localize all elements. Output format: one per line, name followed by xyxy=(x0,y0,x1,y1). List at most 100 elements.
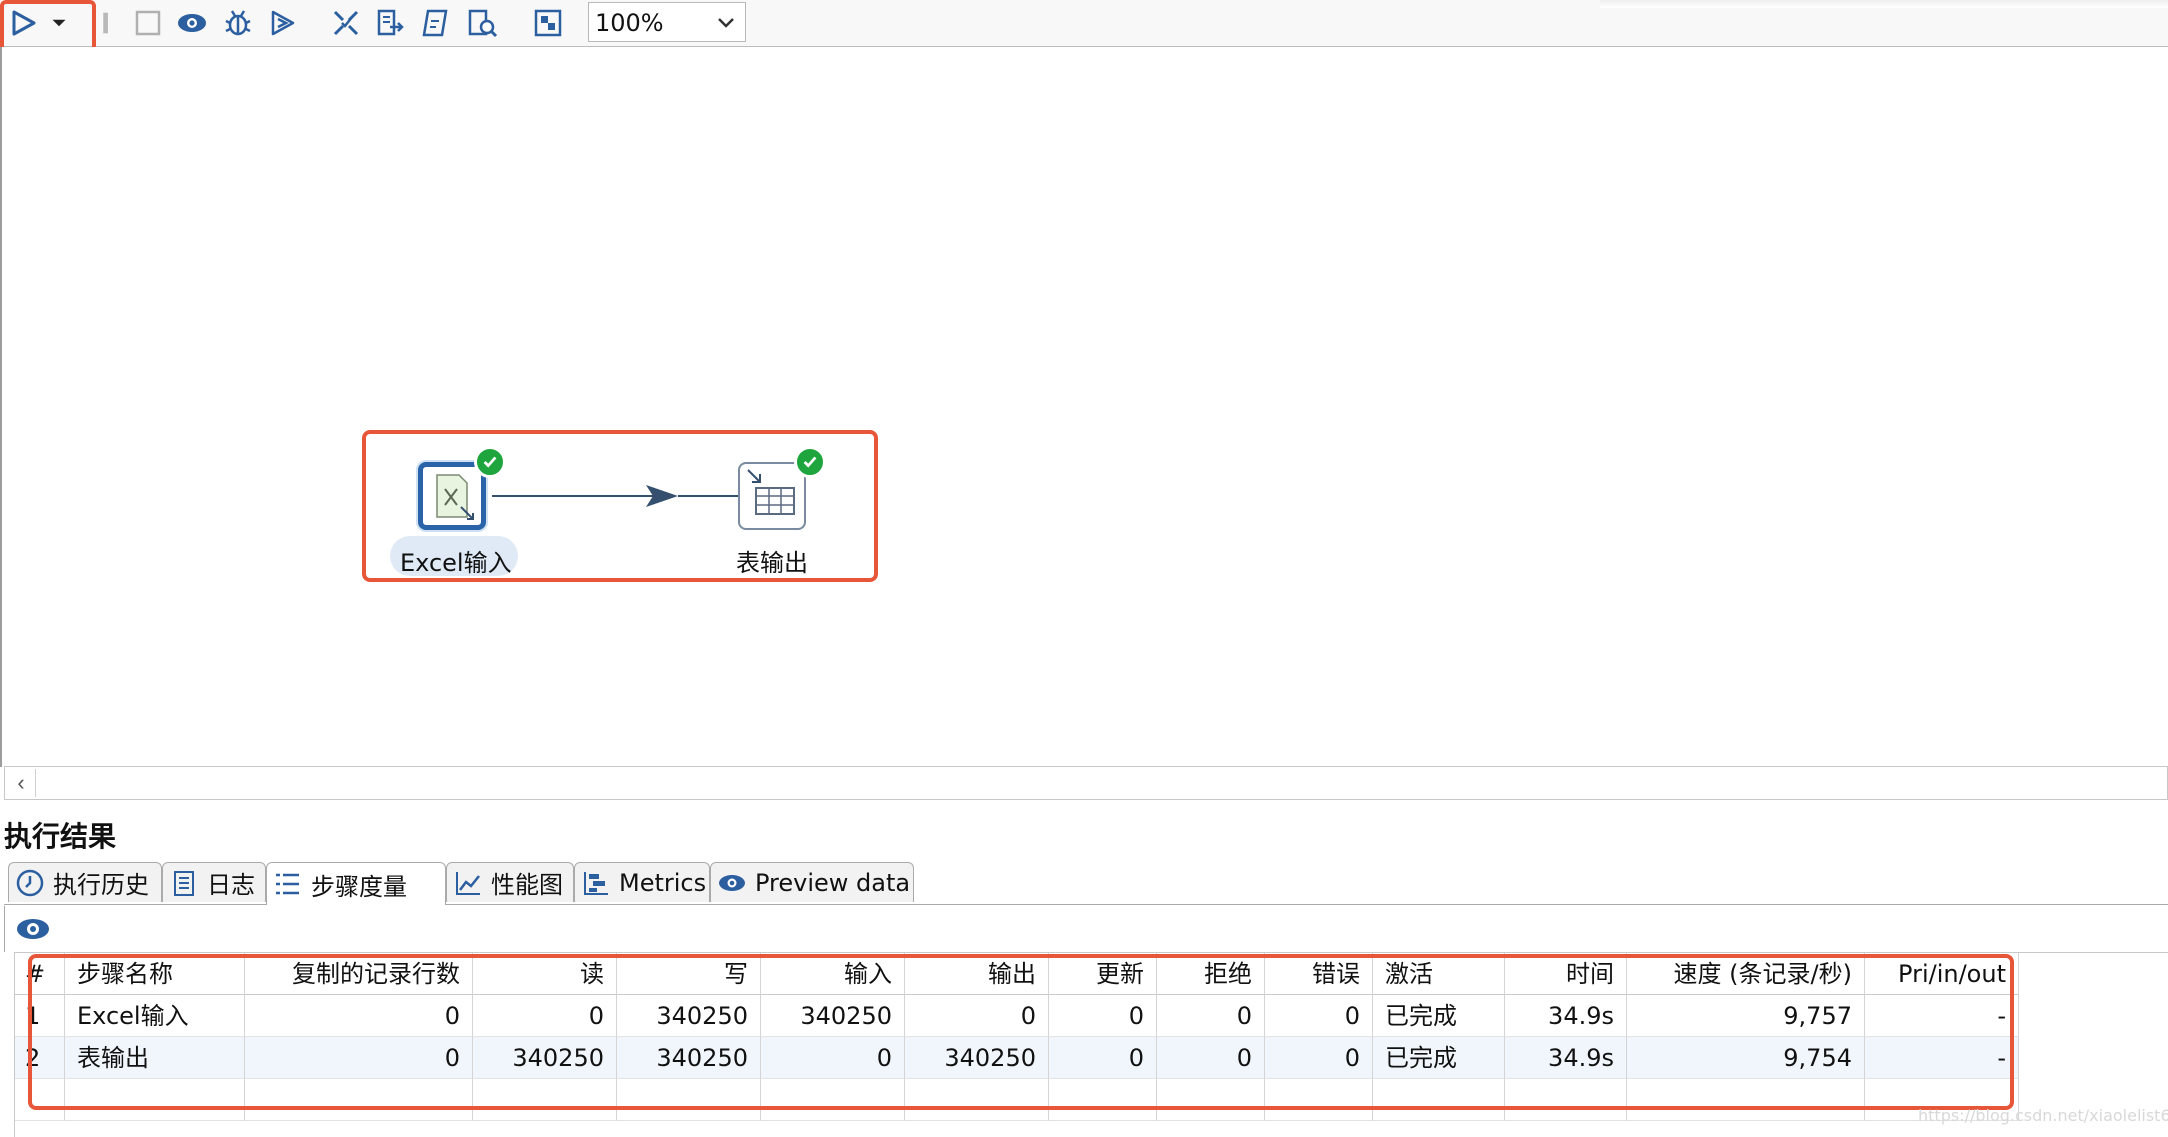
tab-label: 日志 xyxy=(207,871,255,899)
column-header[interactable]: 速度 (条记录/秒) xyxy=(1627,953,1865,995)
gantt-icon xyxy=(584,871,608,895)
chevron-down-icon xyxy=(718,18,734,28)
tab-preview-data[interactable]: Preview data xyxy=(710,862,914,902)
table-cell: 表输出 xyxy=(65,1037,245,1079)
tab-step-metrics[interactable]: 步骤度量 xyxy=(266,862,446,905)
table-cell: 0 xyxy=(1157,1037,1265,1079)
tab-performance-graph[interactable]: 性能图 xyxy=(446,862,574,902)
table-cell: 340250 xyxy=(617,1037,761,1079)
table-cell xyxy=(1157,1079,1265,1121)
pause-icon[interactable] xyxy=(92,6,122,40)
table-row[interactable]: 2 表输出 0 340250 340250 0 340250 0 0 0 已完成… xyxy=(15,1037,2168,1079)
table-cell xyxy=(617,1079,761,1121)
toolbar: 100% xyxy=(0,0,2168,47)
empty-row xyxy=(15,1079,2168,1121)
tab-label: Metrics xyxy=(619,868,707,897)
table-cell: 已完成 xyxy=(1373,1037,1505,1079)
table-cell xyxy=(473,1079,617,1121)
scroll-left-icon[interactable]: ‹ xyxy=(7,769,36,797)
preview-icon[interactable] xyxy=(174,6,210,40)
table-header-row: # 步骤名称 复制的记录行数 读 写 输入 输出 更新 拒绝 错误 激活 时间 … xyxy=(15,953,2168,995)
horizontal-scrollbar[interactable]: ‹ xyxy=(4,766,2168,800)
table-cell: 340250 xyxy=(473,1037,617,1079)
step-table-output[interactable] xyxy=(738,462,806,530)
debug-icon[interactable] xyxy=(220,6,256,40)
table-cell xyxy=(65,1079,245,1121)
table-cell: 0 xyxy=(1049,1037,1157,1079)
table-cell: 2 xyxy=(15,1037,65,1079)
stop-icon[interactable] xyxy=(130,6,166,40)
results-tabbar: 执行历史 日志 步骤度量 性能图 Metrics Preview data xyxy=(4,862,2168,905)
toolbar-edge xyxy=(1600,0,2168,8)
get-sql-icon[interactable] xyxy=(418,6,454,40)
watermark: https://blog.csdn.net/xiaolelist666 xyxy=(1918,1106,2168,1125)
table-cell: 34.9s xyxy=(1505,995,1627,1037)
check-icon xyxy=(794,446,826,478)
verify-icon[interactable] xyxy=(328,6,364,40)
column-header[interactable]: 复制的记录行数 xyxy=(245,953,473,995)
column-header[interactable]: 错误 xyxy=(1265,953,1373,995)
column-header[interactable]: # xyxy=(15,953,65,995)
tab-label: Preview data xyxy=(755,868,911,897)
column-header[interactable]: 步骤名称 xyxy=(65,953,245,995)
table-cell: 0 xyxy=(1265,1037,1373,1079)
results-panel-title: 执行结果 xyxy=(4,820,117,853)
column-header[interactable]: 激活 xyxy=(1373,953,1505,995)
show-results-icon[interactable] xyxy=(530,6,566,40)
table-cell: - xyxy=(1865,995,2019,1037)
step-metrics-icon xyxy=(276,873,299,895)
table-cell: 已完成 xyxy=(1373,995,1505,1037)
table-cell xyxy=(1265,1079,1373,1121)
table-cell: Excel输入 xyxy=(65,995,245,1037)
column-header[interactable]: 读 xyxy=(473,953,617,995)
explore-db-icon[interactable] xyxy=(464,6,500,40)
step-label-excel-input[interactable]: Excel输入 xyxy=(400,543,512,578)
tab-execution-history[interactable]: 执行历史 xyxy=(8,862,162,902)
clock-icon xyxy=(16,869,44,896)
table-cell xyxy=(905,1079,1049,1121)
table-cell: 340250 xyxy=(905,1037,1049,1079)
preview-icon xyxy=(719,874,745,891)
replay-icon[interactable] xyxy=(266,6,302,40)
table-cell: 1 xyxy=(15,995,65,1037)
table-cell: 34.9s xyxy=(1505,1037,1627,1079)
table-cell xyxy=(15,1079,65,1121)
column-header[interactable]: 更新 xyxy=(1049,953,1157,995)
preview-icon[interactable] xyxy=(15,914,51,944)
table-cell: 0 xyxy=(245,1037,473,1079)
analyze-impact-icon[interactable] xyxy=(372,6,408,40)
tab-label: 性能图 xyxy=(491,871,563,899)
column-header[interactable]: 输出 xyxy=(905,953,1049,995)
metrics-toolbar xyxy=(4,906,2168,952)
table-cell xyxy=(1627,1079,1865,1121)
column-header[interactable]: 输入 xyxy=(761,953,905,995)
log-icon xyxy=(174,870,194,896)
transformation-canvas[interactable] xyxy=(0,47,2168,767)
check-icon xyxy=(474,446,506,478)
table-cell: 0 xyxy=(245,995,473,1037)
table-cell xyxy=(1505,1079,1627,1121)
tab-log[interactable]: 日志 xyxy=(162,862,266,902)
table-cell: 0 xyxy=(1157,995,1265,1037)
table-row[interactable]: 1 Excel输入 0 0 340250 340250 0 0 0 0 已完成 … xyxy=(15,995,2168,1037)
tab-label: 执行历史 xyxy=(53,871,149,899)
column-header[interactable]: 写 xyxy=(617,953,761,995)
table-cell xyxy=(1049,1079,1157,1121)
table-cell: - xyxy=(1865,1037,2019,1079)
column-header[interactable]: 时间 xyxy=(1505,953,1627,995)
column-header[interactable]: 拒绝 xyxy=(1157,953,1265,995)
tab-metrics[interactable]: Metrics xyxy=(574,862,710,902)
table-cell: 0 xyxy=(1265,995,1373,1037)
table-cell: 340250 xyxy=(761,995,905,1037)
hop-arrow[interactable] xyxy=(2,47,2168,767)
step-excel-input[interactable] xyxy=(418,462,486,530)
step-metrics-table: # 步骤名称 复制的记录行数 读 写 输入 输出 更新 拒绝 错误 激活 时间 … xyxy=(14,952,2168,1137)
zoom-select[interactable]: 100% xyxy=(588,2,746,42)
tab-label: 步骤度量 xyxy=(311,872,407,901)
column-header[interactable]: Pri/in/out xyxy=(1865,953,2019,995)
table-cell xyxy=(1373,1079,1505,1121)
table-cell: 340250 xyxy=(617,995,761,1037)
table-cell: 9,754 xyxy=(1627,1037,1865,1079)
table-cell: 0 xyxy=(905,995,1049,1037)
step-label-table-output[interactable]: 表输出 xyxy=(736,543,808,578)
